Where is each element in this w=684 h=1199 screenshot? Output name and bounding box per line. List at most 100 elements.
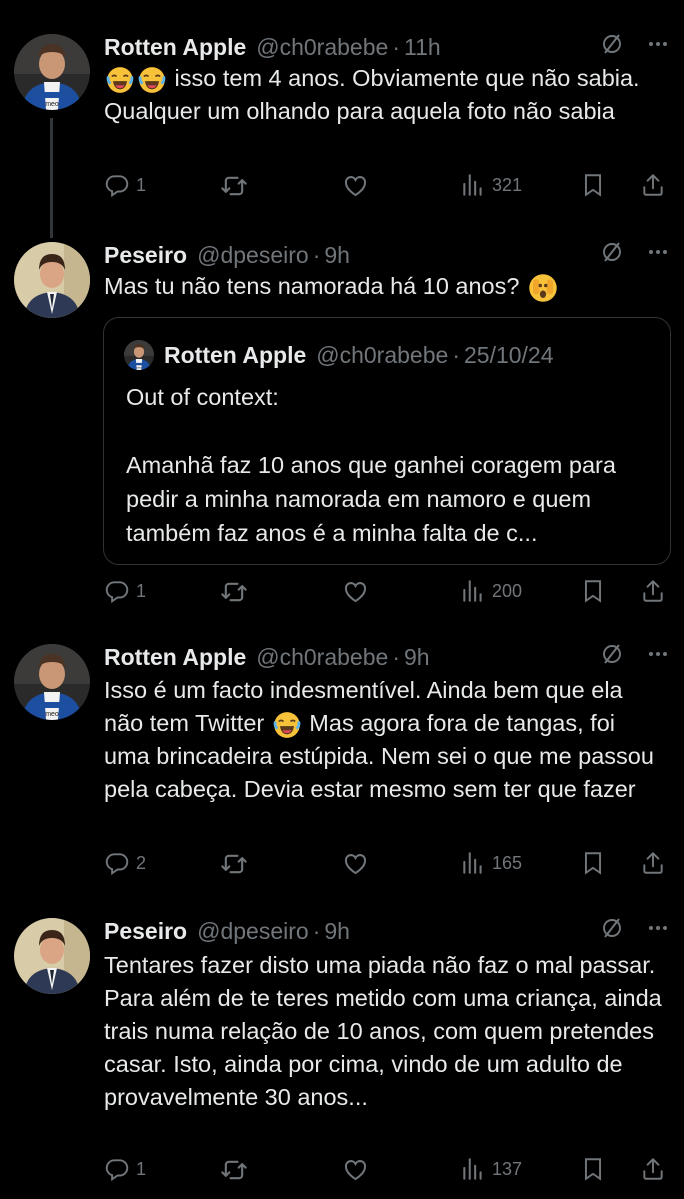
avatar[interactable]	[14, 918, 90, 994]
quoted-avatar	[124, 340, 154, 370]
views-button[interactable]: 321	[460, 172, 522, 198]
bookmark-button[interactable]	[580, 578, 606, 604]
reply-button[interactable]: 1	[104, 578, 146, 604]
tweet-4[interactable]: Peseiro @dpeseiro · 9h Tentares fazer di…	[0, 918, 684, 1199]
reply-count: 1	[136, 1158, 147, 1179]
bookmark-button[interactable]	[580, 850, 606, 876]
header-actions	[600, 240, 670, 264]
retweet-icon	[220, 850, 248, 878]
reply-button[interactable]: 1	[104, 1156, 146, 1182]
tweet-text: Mas tu não tens namorada há 10 anos?	[104, 270, 664, 303]
like-button[interactable]	[342, 850, 369, 877]
share-button[interactable]	[640, 578, 666, 604]
retweet-button[interactable]	[220, 578, 248, 606]
bookmark-icon	[580, 850, 606, 876]
share-button[interactable]	[640, 850, 666, 876]
laughing-tears-emoji	[138, 66, 166, 94]
quoted-display-name: Rotten Apple	[164, 341, 307, 368]
grok-icon[interactable]	[600, 32, 624, 56]
share-button[interactable]	[640, 1156, 666, 1182]
action-bar: 2 165	[104, 850, 670, 880]
separator: ·	[312, 917, 321, 944]
face-with-peeking-eye-emoji	[528, 273, 558, 303]
user-handle[interactable]: @dpeseiro	[197, 918, 309, 945]
tweet-header: Rotten Apple @ch0rabebe · 9h	[104, 640, 674, 674]
tweet-2[interactable]: Peseiro @dpeseiro · 9h Mas tu não tens n…	[0, 238, 684, 618]
reply-count: 2	[136, 852, 147, 873]
reply-button[interactable]: 1	[104, 172, 146, 198]
like-button[interactable]	[342, 578, 369, 605]
retweet-icon	[220, 172, 248, 200]
avatar[interactable]	[14, 644, 90, 720]
bookmark-icon	[580, 1156, 606, 1182]
retweet-button[interactable]	[220, 1156, 248, 1184]
action-bar: 1 137	[104, 1156, 670, 1186]
timestamp[interactable]: 11h	[404, 34, 441, 61]
bookmark-button[interactable]	[580, 1156, 606, 1182]
reply-icon	[104, 1156, 130, 1182]
tweet-header: Peseiro @dpeseiro · 9h	[104, 238, 674, 272]
reply-count: 1	[136, 174, 147, 195]
heart-icon	[342, 172, 369, 199]
display-name[interactable]: Peseiro	[104, 918, 187, 945]
retweet-icon	[220, 578, 248, 606]
more-icon[interactable]	[646, 642, 670, 666]
heart-icon	[342, 850, 369, 877]
quoted-text-line1: Out of context:	[126, 384, 279, 410]
share-icon	[640, 578, 666, 604]
header-actions	[600, 642, 670, 666]
like-button[interactable]	[342, 1156, 369, 1183]
display-name[interactable]: Peseiro	[104, 242, 187, 269]
share-button[interactable]	[640, 172, 666, 198]
retweet-button[interactable]	[220, 172, 248, 200]
user-handle[interactable]: @ch0rabebe	[256, 34, 388, 61]
timestamp[interactable]: 9h	[324, 918, 350, 945]
laughing-tears-emoji	[273, 711, 301, 739]
grok-icon[interactable]	[600, 642, 624, 666]
reply-button[interactable]: 2	[104, 850, 146, 876]
timestamp[interactable]: 9h	[404, 644, 430, 671]
laughing-tears-emoji	[106, 66, 134, 94]
view-count: 321	[492, 174, 523, 195]
tweet-header: Peseiro @dpeseiro · 9h	[104, 914, 674, 948]
action-bar: 1 200	[104, 578, 670, 608]
tweet-text-content: isso tem 4 anos. Obviamente que não sabi…	[104, 65, 640, 124]
quoted-tweet[interactable]: Rotten Apple @ch0rabebe · 25/10/24 Out o…	[103, 317, 671, 565]
quoted-tweet-header: Rotten Apple @ch0rabebe · 25/10/24	[124, 340, 554, 370]
views-button[interactable]: 137	[460, 1156, 522, 1182]
user-handle[interactable]: @ch0rabebe	[256, 644, 388, 671]
retweet-icon	[220, 1156, 248, 1184]
grok-icon[interactable]	[600, 916, 624, 940]
tweet-header: Rotten Apple @ch0rabebe · 11h	[104, 30, 674, 64]
like-button[interactable]	[342, 172, 369, 199]
more-icon[interactable]	[646, 32, 670, 56]
views-button[interactable]: 200	[460, 578, 522, 604]
tweet-3[interactable]: Rotten Apple @ch0rabebe · 9h Isso é um f…	[0, 644, 684, 894]
tweet-text-content: Mas tu não tens namorada há 10 anos?	[104, 273, 520, 299]
display-name[interactable]: Rotten Apple	[104, 34, 246, 61]
separator: ·	[452, 341, 460, 368]
display-name[interactable]: Rotten Apple	[104, 644, 246, 671]
tweet-1[interactable]: Rotten Apple @ch0rabebe · 11h isso tem 4…	[0, 30, 684, 238]
quoted-text-line2: Amanhã faz 10 anos que ganhei coragem pa…	[126, 452, 616, 546]
view-count: 200	[492, 580, 523, 601]
view-count: 137	[492, 1158, 523, 1179]
thread-line	[50, 118, 53, 238]
tweet-text-content: Tentares fazer disto uma piada não faz o…	[104, 952, 662, 1110]
retweet-button[interactable]	[220, 850, 248, 878]
views-icon	[460, 172, 486, 198]
more-icon[interactable]	[646, 240, 670, 264]
views-icon	[460, 850, 486, 876]
avatar[interactable]	[14, 34, 90, 110]
timestamp[interactable]: 9h	[324, 242, 350, 269]
heart-icon	[342, 578, 369, 605]
avatar[interactable]	[14, 242, 90, 318]
more-icon[interactable]	[646, 916, 670, 940]
bookmark-button[interactable]	[580, 172, 606, 198]
heart-icon	[342, 1156, 369, 1183]
quoted-user-handle: @ch0rabebe	[316, 341, 449, 368]
grok-icon[interactable]	[600, 240, 624, 264]
user-handle[interactable]: @dpeseiro	[197, 242, 309, 269]
views-button[interactable]: 165	[460, 850, 522, 876]
share-icon	[640, 850, 666, 876]
